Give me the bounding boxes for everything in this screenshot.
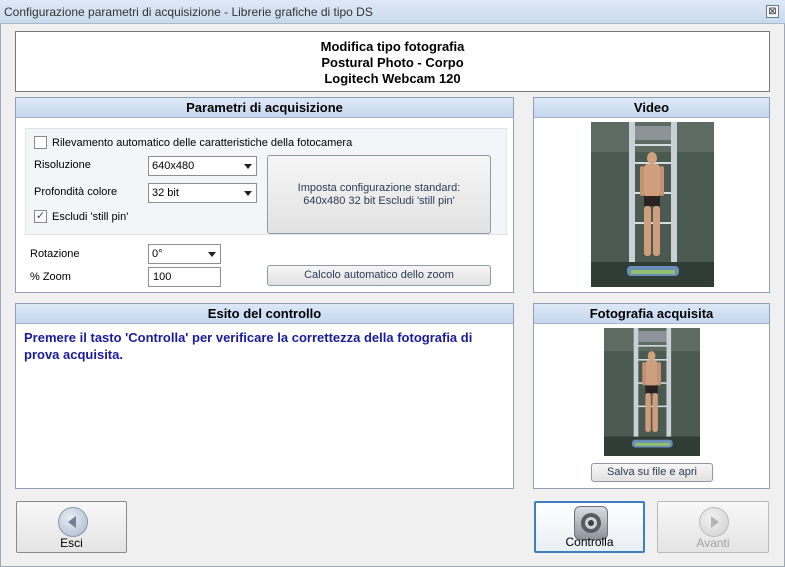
- video-image: [591, 122, 714, 287]
- photo-panel-title: Fotografia acquisita: [534, 304, 769, 324]
- rotation-select[interactable]: 0°: [148, 244, 221, 264]
- photo-panel: Fotografia acquisita Salva su file e apr…: [533, 303, 770, 489]
- result-message: Premere il tasto 'Controlla' per verific…: [24, 330, 473, 362]
- auto-zoom-button[interactable]: Calcolo automatico dello zoom: [267, 265, 491, 286]
- exit-button-label: Esci: [60, 536, 83, 550]
- acquired-photo: [604, 328, 700, 456]
- header-title: Modifica tipo fotografia: [320, 39, 465, 54]
- exclude-still-pin-label: Escludi 'still pin': [52, 211, 129, 223]
- rotation-label: Rotazione: [30, 248, 80, 260]
- chevron-down-icon: [208, 252, 216, 257]
- resolution-label: Risoluzione: [34, 159, 91, 171]
- chevron-down-icon: [244, 191, 252, 196]
- zoom-label: % Zoom: [30, 271, 71, 283]
- acquired-photo-image: [604, 328, 700, 456]
- arrow-left-icon: [57, 507, 88, 537]
- color-depth-value: 32 bit: [152, 187, 179, 199]
- acquisition-panel: Parametri di acquisizione Rilevamento au…: [15, 97, 514, 293]
- standard-config-button[interactable]: Imposta configurazione standard: 640x480…: [267, 155, 491, 234]
- result-panel: Esito del controllo Premere il tasto 'Co…: [15, 303, 514, 489]
- rotation-value: 0°: [152, 248, 163, 260]
- exit-button[interactable]: Esci: [16, 501, 127, 553]
- result-panel-title: Esito del controllo: [16, 304, 513, 324]
- arrow-right-icon: [699, 507, 729, 537]
- exclude-still-pin-checkbox[interactable]: ✓: [34, 210, 47, 223]
- acquisition-panel-title: Parametri di acquisizione: [16, 98, 513, 118]
- close-icon[interactable]: ⊠: [766, 5, 779, 18]
- resolution-value: 640x480: [152, 160, 195, 172]
- auto-detect-label: Rilevamento automatico delle caratterist…: [52, 137, 353, 149]
- resolution-select[interactable]: 640x480: [148, 156, 257, 176]
- zoom-input[interactable]: 100: [148, 267, 221, 287]
- video-panel-title: Video: [534, 98, 769, 118]
- next-button-label: Avanti: [696, 536, 730, 550]
- window-title: Configurazione parametri di acquisizione…: [4, 5, 373, 19]
- chevron-down-icon: [244, 164, 252, 169]
- header-box: Modifica tipo fotografia Postural Photo …: [15, 31, 770, 92]
- check-button-label: Controlla: [565, 535, 614, 549]
- color-depth-label: Profondità colore: [34, 186, 118, 198]
- color-depth-select[interactable]: 32 bit: [148, 183, 257, 203]
- header-device: Logitech Webcam 120: [324, 71, 461, 86]
- video-preview: [591, 122, 714, 287]
- check-button[interactable]: Controlla: [534, 501, 645, 553]
- standard-config-line2: 640x480 32 bit Escludi 'still pin': [303, 195, 455, 207]
- auto-detect-checkbox[interactable]: [34, 136, 47, 149]
- next-button[interactable]: Avanti: [657, 501, 769, 553]
- header-photo-type: Postural Photo - Corpo: [321, 55, 464, 70]
- standard-config-line1: Imposta configurazione standard:: [297, 182, 461, 194]
- save-and-open-button[interactable]: Salva su file e apri: [591, 463, 713, 482]
- video-panel: Video: [533, 97, 770, 293]
